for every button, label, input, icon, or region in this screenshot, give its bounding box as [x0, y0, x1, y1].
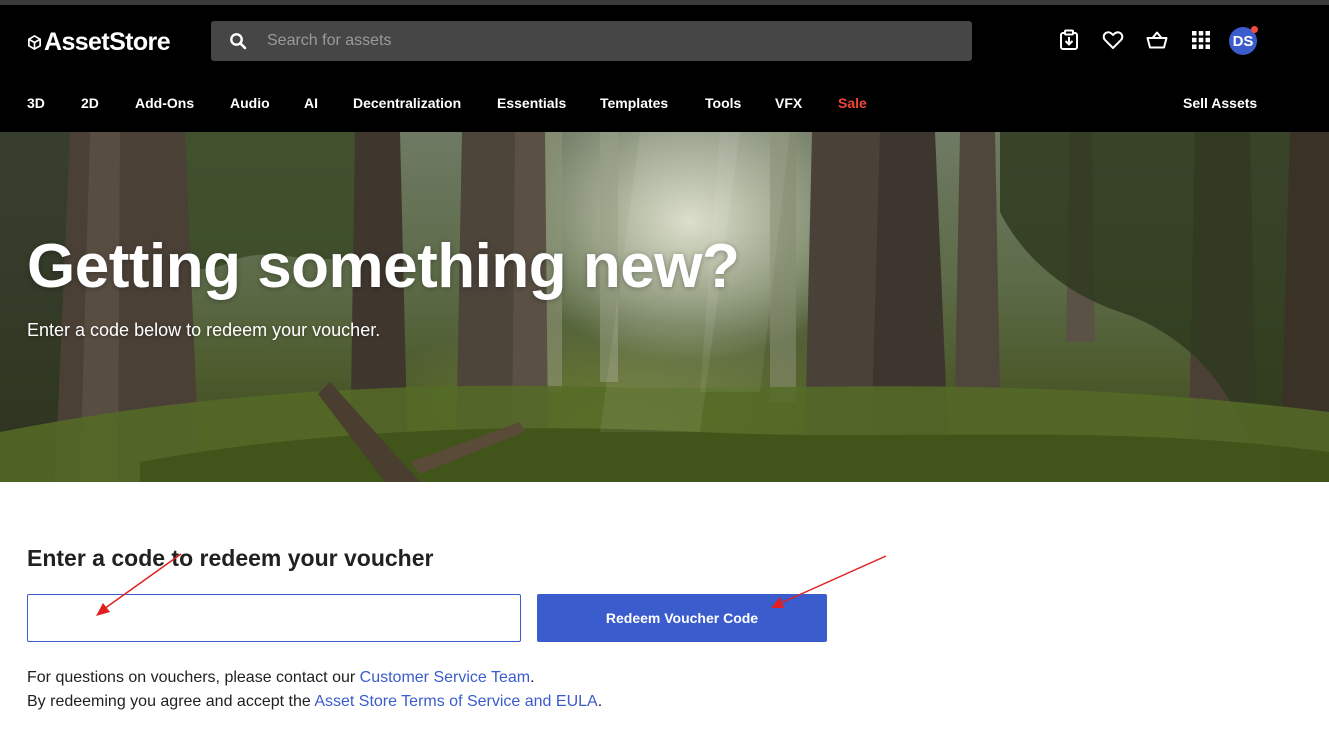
terms-text: By redeeming you agree and accept the [27, 693, 315, 710]
hero-subtitle: Enter a code below to redeem your vouche… [27, 320, 381, 340]
asset-store-logo[interactable]: AssetStore [27, 27, 171, 56]
voucher-code-input[interactable] [27, 594, 521, 642]
search-input[interactable] [267, 21, 972, 61]
heart-icon[interactable] [1102, 29, 1124, 51]
search-bar[interactable] [211, 21, 972, 61]
avatar-initials: DS [1232, 32, 1254, 50]
unity-cube-icon [28, 34, 41, 50]
terms-text-suffix: . [597, 693, 603, 710]
nav-item-tools[interactable]: Tools [705, 90, 741, 116]
nav-item-2d[interactable]: 2D [81, 90, 99, 116]
nav-item-audio[interactable]: Audio [230, 90, 270, 116]
hero-banner: Getting something new? Enter a code belo… [0, 132, 1329, 482]
nav-item-decentralization[interactable]: Decentralization [353, 90, 461, 116]
category-nav: 3D 2D Add-Ons Audio AI Decentralization … [0, 90, 1329, 116]
hero-title: Getting something new? [27, 232, 740, 301]
voucher-heading: Enter a code to redeem your voucher [27, 545, 434, 571]
nav-item-essentials[interactable]: Essentials [497, 90, 566, 116]
contact-text-suffix: . [530, 669, 535, 686]
contact-info-line: For questions on vouchers, please contac… [27, 669, 535, 687]
nav-item-templates[interactable]: Templates [600, 90, 668, 116]
contact-text: For questions on vouchers, please contac… [27, 669, 360, 686]
basket-icon[interactable] [1146, 29, 1168, 51]
nav-item-vfx[interactable]: VFX [775, 90, 802, 116]
forest-background-image [0, 132, 1329, 482]
nav-item-3d[interactable]: 3D [27, 90, 45, 116]
nav-item-add-ons[interactable]: Add-Ons [135, 90, 194, 116]
site-header: AssetStore Search for assets DS 3D 2D Ad… [0, 5, 1329, 132]
terms-info-line: By redeeming you agree and accept the As… [27, 693, 602, 711]
logo-text: AssetStore [44, 27, 171, 56]
redeem-voucher-button[interactable]: Redeem Voucher Code [537, 594, 827, 642]
downloads-icon[interactable] [1058, 29, 1080, 51]
search-icon[interactable] [229, 32, 247, 50]
nav-item-ai[interactable]: AI [304, 90, 318, 116]
terms-eula-link[interactable]: Asset Store Terms of Service and EULA [314, 693, 597, 710]
apps-grid-icon[interactable] [1190, 29, 1212, 51]
notification-dot [1251, 26, 1258, 33]
customer-service-link[interactable]: Customer Service Team [360, 669, 530, 686]
sell-assets-link[interactable]: Sell Assets [1183, 90, 1257, 116]
user-avatar[interactable]: DS [1229, 26, 1258, 55]
nav-item-sale[interactable]: Sale [838, 90, 867, 116]
